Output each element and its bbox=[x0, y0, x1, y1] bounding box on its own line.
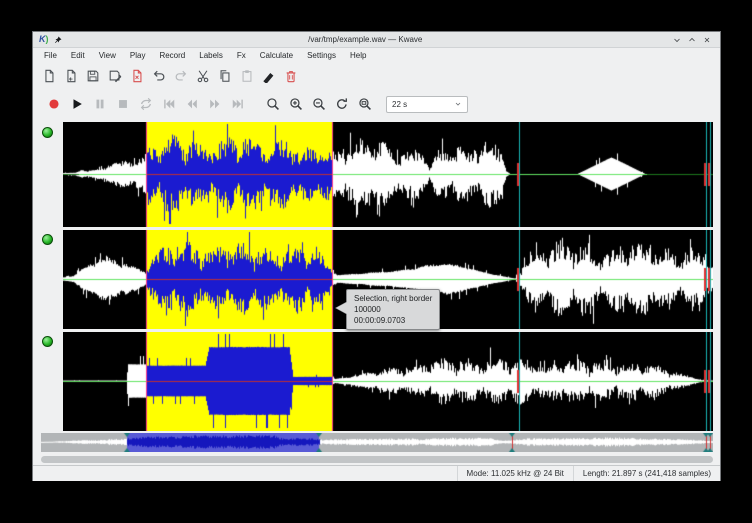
loop-button[interactable] bbox=[134, 92, 157, 116]
transport-buttons bbox=[42, 92, 249, 116]
status-bar: Mode: 11.025 kHz @ 24 Bit Length: 21.897… bbox=[33, 465, 720, 481]
horizontal-scrollbar[interactable] bbox=[41, 456, 713, 463]
skip-back-button[interactable] bbox=[157, 92, 180, 116]
zoom-selection-button[interactable] bbox=[261, 92, 284, 116]
undo-button[interactable] bbox=[148, 66, 169, 87]
file-open-button[interactable] bbox=[60, 66, 81, 87]
track-2-enable-led[interactable] bbox=[42, 234, 53, 245]
close-button[interactable] bbox=[699, 33, 714, 47]
menu-item-file[interactable]: File bbox=[37, 48, 64, 63]
kwave-logo-icon: K) bbox=[39, 35, 49, 44]
playback-toolbar: 22 s bbox=[33, 89, 720, 119]
cut-button[interactable] bbox=[192, 66, 213, 87]
kwave-window: K) /var/tmp/example.wav — Kwave FileEdit… bbox=[32, 31, 721, 481]
menu-item-settings[interactable]: Settings bbox=[300, 48, 343, 63]
file-close-button[interactable] bbox=[126, 66, 147, 87]
zoom-all-button[interactable] bbox=[330, 92, 353, 116]
tooltip-line-1: Selection, right border bbox=[354, 293, 432, 304]
zoom-in-button[interactable] bbox=[284, 92, 307, 116]
play-button[interactable] bbox=[65, 92, 88, 116]
zoom-time-value: 22 s bbox=[392, 100, 407, 109]
paste-button[interactable] bbox=[236, 66, 257, 87]
file-toolbar bbox=[33, 63, 720, 89]
file-save-button[interactable] bbox=[82, 66, 103, 87]
track-3-waveform[interactable] bbox=[63, 332, 713, 431]
eraser-button[interactable] bbox=[258, 66, 279, 87]
file-save-as-button[interactable] bbox=[104, 66, 125, 87]
menu-bar: FileEditViewPlayRecordLabelsFxCalculateS… bbox=[33, 48, 720, 63]
copy-button[interactable] bbox=[214, 66, 235, 87]
rewind-button[interactable] bbox=[180, 92, 203, 116]
delete-button[interactable] bbox=[280, 66, 301, 87]
track-3-enable-led[interactable] bbox=[42, 336, 53, 347]
tooltip-line-3: 00:00:09.0703 bbox=[354, 315, 432, 326]
zoom-time-select[interactable]: 22 s bbox=[386, 96, 468, 113]
pause-button[interactable] bbox=[88, 92, 111, 116]
menu-item-view[interactable]: View bbox=[92, 48, 123, 63]
pin-icon[interactable] bbox=[54, 36, 62, 44]
minimize-button[interactable] bbox=[669, 33, 684, 47]
tooltip-line-2: 100000 bbox=[354, 304, 432, 315]
tooltip-arrow-left-icon bbox=[336, 302, 347, 314]
status-mode: Mode: 11.025 kHz @ 24 Bit bbox=[457, 466, 573, 481]
menu-item-play[interactable]: Play bbox=[123, 48, 153, 63]
menu-item-record[interactable]: Record bbox=[152, 48, 192, 63]
status-length: Length: 21.897 s (241,418 samples) bbox=[573, 466, 720, 481]
track-1-enable-led[interactable] bbox=[42, 127, 53, 138]
skip-end-button[interactable] bbox=[226, 92, 249, 116]
selection-tooltip: Selection, right border 100000 00:00:09.… bbox=[346, 289, 440, 330]
stop-button[interactable] bbox=[111, 92, 134, 116]
menu-item-fx[interactable]: Fx bbox=[230, 48, 253, 63]
menu-item-calculate[interactable]: Calculate bbox=[253, 48, 300, 63]
window-title: /var/tmp/example.wav — Kwave bbox=[62, 35, 670, 44]
file-new-button[interactable] bbox=[38, 66, 59, 87]
menu-item-edit[interactable]: Edit bbox=[64, 48, 92, 63]
forward-button[interactable] bbox=[203, 92, 226, 116]
redo-button[interactable] bbox=[170, 66, 191, 87]
zoom-buttons bbox=[261, 92, 376, 116]
title-bar[interactable]: K) /var/tmp/example.wav — Kwave bbox=[33, 32, 720, 48]
menu-item-help[interactable]: Help bbox=[343, 48, 373, 63]
record-button[interactable] bbox=[42, 92, 65, 116]
chevron-down-icon bbox=[454, 100, 462, 108]
signal-overview[interactable] bbox=[41, 433, 713, 452]
maximize-button[interactable] bbox=[684, 33, 699, 47]
zoom-out-button[interactable] bbox=[307, 92, 330, 116]
menu-item-labels[interactable]: Labels bbox=[192, 48, 230, 63]
zoom-100-button[interactable] bbox=[353, 92, 376, 116]
track-1-waveform[interactable] bbox=[63, 122, 713, 227]
